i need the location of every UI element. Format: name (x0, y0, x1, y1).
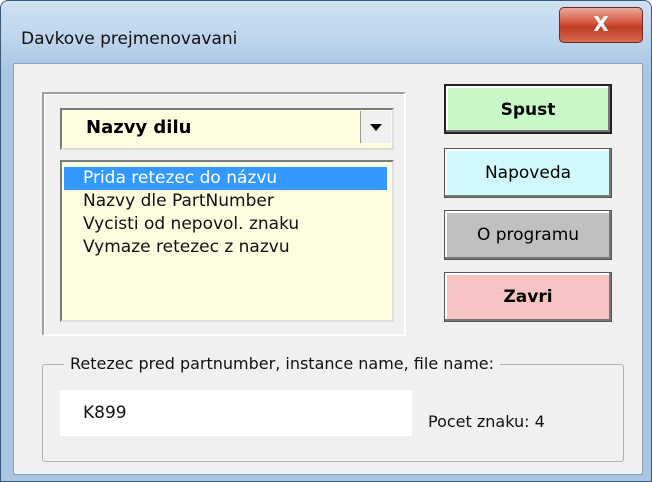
list-item[interactable]: Nazvy dle PartNumber (64, 190, 387, 213)
combo-selected-value: Nazvy dilu (86, 117, 192, 138)
help-button[interactable]: Napoveda (444, 148, 612, 198)
list-item[interactable]: Prida retezec do názvu (64, 167, 387, 190)
close-button[interactable]: Zavri (444, 272, 612, 322)
dialog-client-area: Nazvy dilu Prida retezec do názvu Nazvy … (13, 63, 643, 475)
window-close-button[interactable]: X (559, 7, 643, 43)
operation-listbox[interactable]: Prida retezec do názvu Nazvy dle PartNum… (60, 160, 394, 322)
character-count-label: Pocet znaku: 4 (428, 412, 545, 431)
run-button[interactable]: Spust (444, 84, 612, 134)
prefix-input[interactable] (60, 390, 412, 436)
list-item[interactable]: Vycisti od nepovol. znaku (64, 213, 387, 236)
chevron-down-icon (370, 124, 382, 131)
type-combobox[interactable]: Nazvy dilu (60, 108, 394, 150)
dialog-window: Davkove prejmenovavani X Nazvy dilu Prid… (0, 0, 652, 482)
window-title: Davkove prejmenovavani (21, 29, 238, 49)
combo-dropdown-button[interactable] (360, 111, 391, 143)
list-item[interactable]: Vymaze retezec z nazvu (64, 236, 387, 259)
about-button[interactable]: O programu (444, 210, 612, 260)
title-bar[interactable]: Davkove prejmenovavani X (1, 1, 651, 63)
prefix-group-label: Retezec pred partnumber, instance name, … (64, 354, 501, 373)
